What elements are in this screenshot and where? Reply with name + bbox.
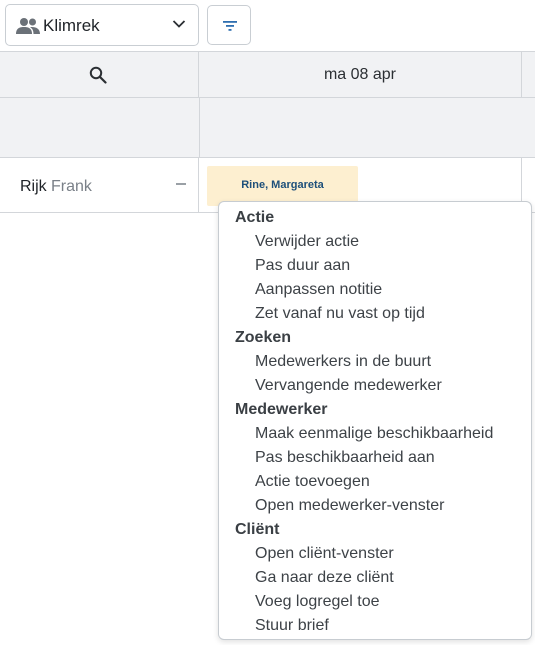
- menu-item-voeg-logregel-toe[interactable]: Voeg logregel toe: [255, 593, 380, 611]
- menu-item-actie-toevoegen[interactable]: Actie toevoegen: [255, 473, 370, 491]
- column-divider: [199, 98, 200, 157]
- search-icon[interactable]: [89, 66, 107, 84]
- people-icon: [16, 18, 40, 34]
- day-column-header: ma 08 apr: [199, 52, 522, 98]
- menu-item-pas-duur-aan[interactable]: Pas duur aan: [255, 257, 350, 275]
- menu-item-open-client-venster[interactable]: Open cliënt-venster: [255, 545, 394, 563]
- filter-icon: [223, 21, 237, 31]
- toolbar: Klimrek: [0, 0, 535, 52]
- menu-item-zet-vast-op-tijd[interactable]: Zet vanaf nu vast op tijd: [255, 305, 425, 323]
- menu-item-pas-beschikbaarheid-aan[interactable]: Pas beschikbaarheid aan: [255, 449, 435, 467]
- employee-cell[interactable]: Rijk Frank: [0, 158, 199, 212]
- menu-section-zoeken: Zoeken: [235, 329, 292, 346]
- menu-item-stuur-brief[interactable]: Stuur brief: [255, 617, 329, 635]
- menu-item-verwijder-actie[interactable]: Verwijder actie: [255, 233, 359, 251]
- employee-last-name: Rijk: [20, 178, 47, 195]
- group-selector-label: Klimrek: [43, 16, 100, 35]
- context-menu: Actie Verwijder actie Pas duur aan Aanpa…: [218, 201, 532, 640]
- appointment-block[interactable]: Rine, Margareta: [207, 166, 358, 206]
- menu-item-aanpassen-notitie[interactable]: Aanpassen notitie: [255, 281, 382, 299]
- group-selector-dropdown[interactable]: Klimrek: [5, 4, 199, 46]
- menu-item-ga-naar-client[interactable]: Ga naar deze cliënt: [255, 569, 394, 587]
- menu-section-medewerker: Medewerker: [235, 401, 328, 418]
- menu-section-client: Cliënt: [235, 521, 280, 538]
- employee-first-name: Frank: [51, 178, 92, 195]
- day-header-label: ma 08 apr: [323, 66, 397, 83]
- search-cell[interactable]: [0, 52, 199, 98]
- filter-button[interactable]: [207, 5, 251, 45]
- appointment-client-name: Rine, Margareta: [241, 179, 324, 191]
- menu-section-actie: Actie: [235, 209, 275, 226]
- grid-header: ma 08 apr: [0, 51, 535, 98]
- menu-item-vervangende-medewerker[interactable]: Vervangende medewerker: [255, 377, 442, 395]
- grid-sub-header: [0, 98, 535, 158]
- menu-item-medewerkers-in-de-buurt[interactable]: Medewerkers in de buurt: [255, 353, 431, 371]
- menu-item-eenmalige-beschikbaarheid[interactable]: Maak eenmalige beschikbaarheid: [255, 425, 493, 443]
- chevron-down-icon: [172, 20, 186, 28]
- menu-item-open-medewerker-venster[interactable]: Open medewerker-venster: [255, 497, 444, 515]
- collapse-icon[interactable]: [176, 183, 186, 185]
